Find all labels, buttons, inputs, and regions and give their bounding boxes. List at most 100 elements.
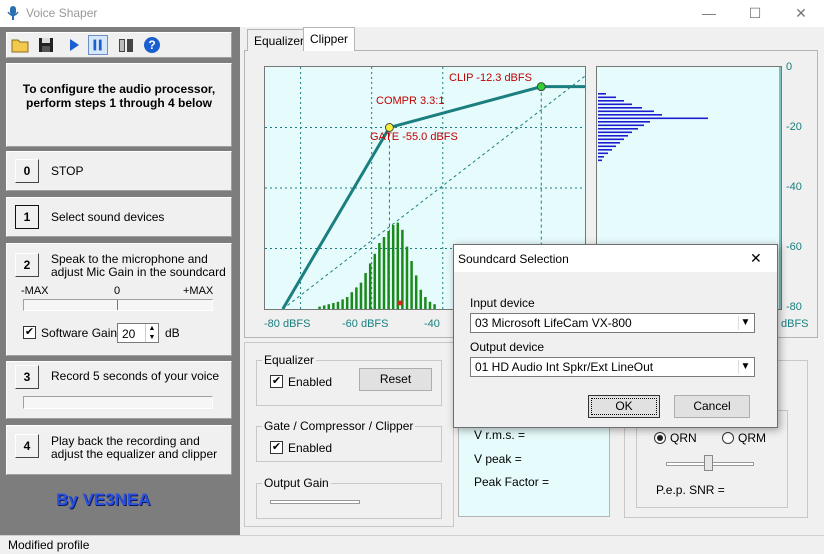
output-histogram-bar	[598, 135, 628, 137]
x-tick-label: -60 dBFS	[342, 318, 389, 330]
play-icon[interactable]	[64, 35, 84, 55]
output-histogram-bar	[598, 117, 708, 120]
microphone-app-icon	[7, 6, 19, 20]
histogram-bar	[378, 243, 381, 309]
minimize-button[interactable]: —	[686, 0, 732, 27]
output-histogram-bar	[598, 114, 662, 116]
output-gain-slider[interactable]	[270, 500, 360, 504]
histogram-bar	[359, 282, 363, 309]
step-3-label: Record 5 seconds of your voice	[51, 369, 220, 383]
step-2-button[interactable]: 2	[15, 253, 39, 277]
reset-button[interactable]: Reset	[359, 368, 432, 391]
equalizer-enabled-label: Enabled	[288, 375, 333, 389]
output-histogram-bar	[598, 131, 632, 134]
pause-icon[interactable]	[88, 35, 108, 55]
chevron-down-icon[interactable]: ▼	[738, 316, 752, 330]
window-title: Voice Shaper	[26, 6, 98, 20]
gate-label: GATE -55.0 dBFS	[370, 131, 458, 143]
dialog-title: Soundcard Selection	[458, 252, 569, 266]
noise-slider-thumb[interactable]	[704, 455, 713, 471]
output-histogram-bar	[598, 145, 616, 148]
close-button[interactable]: ✕	[778, 0, 824, 27]
y-tick-label: -40	[786, 181, 802, 193]
vrms-label: V r.m.s. =	[474, 428, 526, 442]
qrm-radio[interactable]	[722, 432, 734, 444]
dialog-close-button[interactable]: ✕	[750, 250, 762, 267]
step-3-button[interactable]: 3	[15, 365, 39, 389]
qrn-radio[interactable]	[654, 432, 666, 444]
gate-enabled-checkbox[interactable]: ✔	[270, 441, 283, 454]
x-tick-label: -40	[424, 318, 440, 330]
soundcard-dialog: Soundcard Selection ✕ Input device 03 Mi…	[453, 244, 778, 428]
histogram-bar	[396, 222, 400, 309]
svg-text:?: ?	[148, 38, 155, 52]
histogram-bar	[332, 303, 335, 309]
chevron-down-icon[interactable]: ▼	[738, 360, 752, 374]
help-icon[interactable]: ?	[142, 35, 162, 55]
clip-point	[536, 82, 546, 92]
input-device-select[interactable]: 03 Microsoft LifeCam VX-800 ▼	[470, 313, 755, 333]
output-histogram-bar	[598, 156, 604, 158]
step-3-panel: 3 Record 5 seconds of your voice	[6, 361, 232, 419]
credit-text: By VE3NEA	[56, 490, 151, 509]
output-histogram-bar	[598, 152, 608, 155]
histogram-bar	[391, 225, 395, 309]
spinner-arrows-icon[interactable]: ▲ ▼	[145, 324, 158, 342]
histogram-bar	[318, 306, 321, 309]
cancel-button[interactable]: Cancel	[674, 395, 750, 418]
intro-panel: To configure the audio processor, perfor…	[6, 63, 232, 147]
level-mid-label: 0	[114, 285, 121, 297]
software-gain-checkbox[interactable]: ✔	[23, 326, 36, 339]
equalizer-group-title: Equalizer	[262, 353, 317, 367]
ok-button[interactable]: OK	[588, 395, 660, 418]
open-folder-icon[interactable]	[10, 35, 30, 55]
histogram-bar	[341, 299, 344, 309]
histogram-bar	[373, 253, 377, 309]
tab-clipper[interactable]: Clipper	[303, 27, 356, 51]
output-histogram-bar	[598, 107, 642, 109]
tab-equalizer[interactable]: Equalizer	[247, 29, 312, 51]
input-device-label: Input device	[470, 296, 535, 310]
output-histogram-bar	[598, 103, 632, 106]
y-tick-label: -60	[786, 241, 802, 253]
equalizer-enabled-checkbox[interactable]: ✔	[270, 375, 283, 388]
maximize-button[interactable]: ☐	[732, 0, 778, 27]
output-device-value: 01 HD Audio Int Spkr/Ext LineOut	[475, 360, 654, 374]
save-icon[interactable]	[36, 35, 56, 55]
histogram-bar	[350, 292, 354, 309]
level-meter	[23, 299, 213, 311]
step-1-panel: 1 Select sound devices	[6, 197, 232, 237]
output-device-select[interactable]: 01 HD Audio Int Spkr/Ext LineOut ▼	[470, 357, 755, 377]
step-4-button[interactable]: 4	[15, 434, 39, 458]
histogram-bar	[428, 301, 432, 309]
histogram-bar	[345, 297, 349, 309]
histogram-bar	[322, 305, 326, 309]
qrn-radio-dot	[657, 435, 663, 441]
clip-label: CLIP -12.3 dBFS	[449, 72, 532, 84]
status-text: Modified profile	[8, 538, 90, 552]
histogram-bar	[410, 261, 413, 309]
qrm-label: QRM	[738, 431, 766, 445]
vpeak-label: V peak =	[474, 452, 522, 466]
output-histogram-bar	[598, 149, 612, 151]
title-bar: Voice Shaper — ☐ ✕	[0, 0, 824, 27]
output-histogram-bar	[598, 128, 638, 130]
output-histogram-bar	[598, 96, 616, 99]
histogram-bar	[414, 275, 418, 309]
software-gain-spinner[interactable]: 20 ▲ ▼	[117, 323, 159, 343]
book-icon[interactable]	[116, 35, 136, 55]
histogram-bar	[405, 246, 409, 309]
step-4-label: Play back the recording and adjust the e…	[51, 434, 218, 461]
step-0-button[interactable]: 0	[15, 159, 39, 183]
software-gain-label: Software Gain	[41, 326, 118, 340]
software-gain-value: 20	[122, 327, 136, 341]
dialog-title-bar: Soundcard Selection ✕	[454, 245, 777, 272]
histogram-bar	[424, 297, 427, 309]
level-min-label: -MAX	[21, 285, 49, 297]
histogram-bar	[433, 304, 436, 309]
gate-group-title: Gate / Compressor / Clipper	[262, 419, 416, 433]
output-gain-title: Output Gain	[262, 476, 331, 490]
output-histogram-bar	[598, 121, 650, 123]
step-1-button[interactable]: 1	[15, 205, 39, 229]
step-1-label: Select sound devices	[51, 210, 165, 224]
